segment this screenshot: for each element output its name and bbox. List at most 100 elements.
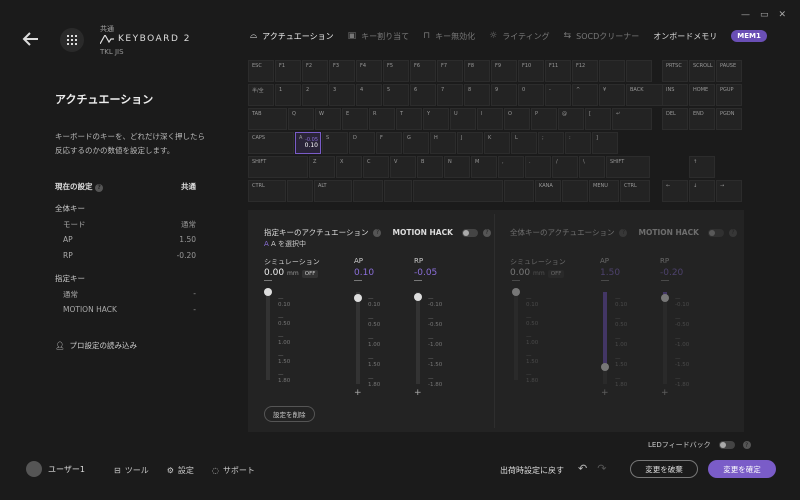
key-f[interactable]: F (376, 132, 402, 154)
key-s[interactable]: S (322, 132, 348, 154)
key-h[interactable]: H (430, 132, 456, 154)
key-u[interactable]: U (450, 108, 476, 130)
key-][interactable]: ] (592, 132, 618, 154)
key-pgup[interactable]: PGUP (716, 84, 742, 106)
slider-track[interactable] (416, 292, 420, 384)
key-d[interactable]: D (349, 132, 375, 154)
settings-button[interactable]: ⚙ 設定 (167, 465, 194, 476)
key-6[interactable]: 6 (410, 84, 436, 106)
plus-icon[interactable]: + (354, 388, 362, 398)
key-up[interactable]: ↑ (689, 156, 715, 178)
slider-track[interactable] (663, 292, 667, 384)
key-f10[interactable]: F10 (518, 60, 544, 82)
key-r[interactable]: R (369, 108, 395, 130)
key-f11[interactable]: F11 (545, 60, 571, 82)
key-pgdn[interactable]: PGDN (716, 108, 742, 130)
key-f2[interactable]: F2 (302, 60, 328, 82)
factory-reset-button[interactable]: 出荷時設定に戻す (500, 465, 564, 476)
key-;[interactable]: ; (538, 132, 564, 154)
key-5[interactable]: 5 (383, 84, 409, 106)
motion-hack-toggle[interactable] (707, 228, 724, 237)
pro-settings-load-link[interactable]: 👤︎ プロ設定の読み込み (55, 340, 137, 351)
key-mod[interactable] (353, 180, 383, 202)
key-p[interactable]: P (531, 108, 557, 130)
key-left[interactable]: ← (662, 180, 688, 202)
key-c[interactable]: C (363, 156, 389, 178)
key-v[interactable]: V (390, 156, 416, 178)
plus-icon[interactable]: + (601, 388, 609, 398)
key-pause[interactable]: PAUSE (716, 60, 742, 82)
slider-track[interactable] (266, 292, 270, 380)
slider-thumb[interactable] (414, 292, 422, 301)
key-e[interactable]: E (342, 108, 368, 130)
key-f5[interactable]: F5 (383, 60, 409, 82)
delete-settings-button[interactable]: 設定を削除 (264, 406, 315, 422)
key-7[interactable]: 7 (437, 84, 463, 106)
key-@[interactable]: @ (558, 108, 584, 130)
key-¥[interactable]: ¥ (599, 84, 625, 106)
slider-thumb[interactable] (512, 288, 520, 296)
key-9[interactable]: 9 (491, 84, 517, 106)
motion-hack-toggle[interactable] (461, 228, 478, 237)
key-.[interactable]: . (525, 156, 551, 178)
key-\[interactable]: \ (579, 156, 605, 178)
key-↵[interactable]: ↵ (612, 108, 652, 130)
key-b[interactable]: B (417, 156, 443, 178)
key-k[interactable]: K (484, 132, 510, 154)
key-f7[interactable]: F7 (437, 60, 463, 82)
slider-track[interactable] (514, 292, 518, 380)
close-button[interactable]: ✕ (778, 10, 786, 20)
key-4[interactable]: 4 (356, 84, 382, 106)
key-w[interactable]: W (315, 108, 341, 130)
tab-actuation[interactable]: ⌓ アクチュエーション (250, 31, 334, 42)
help-icon[interactable]: ? (482, 228, 491, 237)
redo-icon[interactable]: ↷ (597, 462, 606, 475)
key-menu[interactable]: MENU (589, 180, 619, 202)
undo-icon[interactable]: ↶ (578, 462, 587, 475)
slider-thumb[interactable] (264, 288, 272, 296)
key-f9[interactable]: F9 (491, 60, 517, 82)
key-z[interactable]: Z (309, 156, 335, 178)
memory-badge[interactable]: MEM1 (731, 30, 767, 42)
simulation-off-badge[interactable]: OFF (301, 270, 319, 278)
key-f8[interactable]: F8 (464, 60, 490, 82)
key-y[interactable]: Y (423, 108, 449, 130)
key--[interactable]: - (545, 84, 571, 106)
discard-changes-button[interactable]: 変更を破棄 (630, 460, 698, 478)
user-profile[interactable]: ユーザー1 (26, 461, 85, 477)
key-l[interactable]: L (511, 132, 537, 154)
help-icon[interactable]: ? (373, 228, 382, 237)
key-0[interactable]: 0 (518, 84, 544, 106)
key-del[interactable]: DEL (662, 108, 688, 130)
key-1[interactable]: 1 (275, 84, 301, 106)
support-button[interactable]: ◌ サポート (212, 465, 255, 476)
plus-icon[interactable]: + (661, 388, 669, 398)
tools-button[interactable]: ⊟ ツール (114, 465, 149, 476)
key-2[interactable]: 2 (302, 84, 328, 106)
key-mod[interactable] (504, 180, 534, 202)
key-mod[interactable] (413, 180, 503, 202)
key-:[interactable]: : (565, 132, 591, 154)
help-icon[interactable]: ? (742, 441, 751, 449)
tab-disable[interactable]: ⊓ キー無効化 (423, 31, 475, 42)
key-ctrl[interactable]: CTRL (248, 180, 286, 202)
slider-thumb[interactable] (661, 293, 669, 302)
key-f4[interactable]: F4 (356, 60, 382, 82)
slider-thumb[interactable] (354, 293, 362, 302)
key-[[interactable]: [ (585, 108, 611, 130)
key-/[interactable]: / (552, 156, 578, 178)
key-o[interactable]: O (504, 108, 530, 130)
key-caps[interactable]: CAPS (248, 132, 294, 154)
key-n[interactable]: N (444, 156, 470, 178)
key-f1[interactable]: F1 (275, 60, 301, 82)
key-f6[interactable]: F6 (410, 60, 436, 82)
key-home[interactable]: HOME (689, 84, 715, 106)
key-right[interactable]: → (716, 180, 742, 202)
key-kana[interactable]: KANA (535, 180, 561, 202)
key-8[interactable]: 8 (464, 84, 490, 106)
key-shift[interactable]: SHIFT (248, 156, 308, 178)
key-半/全[interactable]: 半/全 (248, 84, 274, 106)
minimize-button[interactable]: — (741, 10, 750, 20)
key-3[interactable]: 3 (329, 84, 355, 106)
help-icon[interactable]: ? (728, 228, 737, 237)
